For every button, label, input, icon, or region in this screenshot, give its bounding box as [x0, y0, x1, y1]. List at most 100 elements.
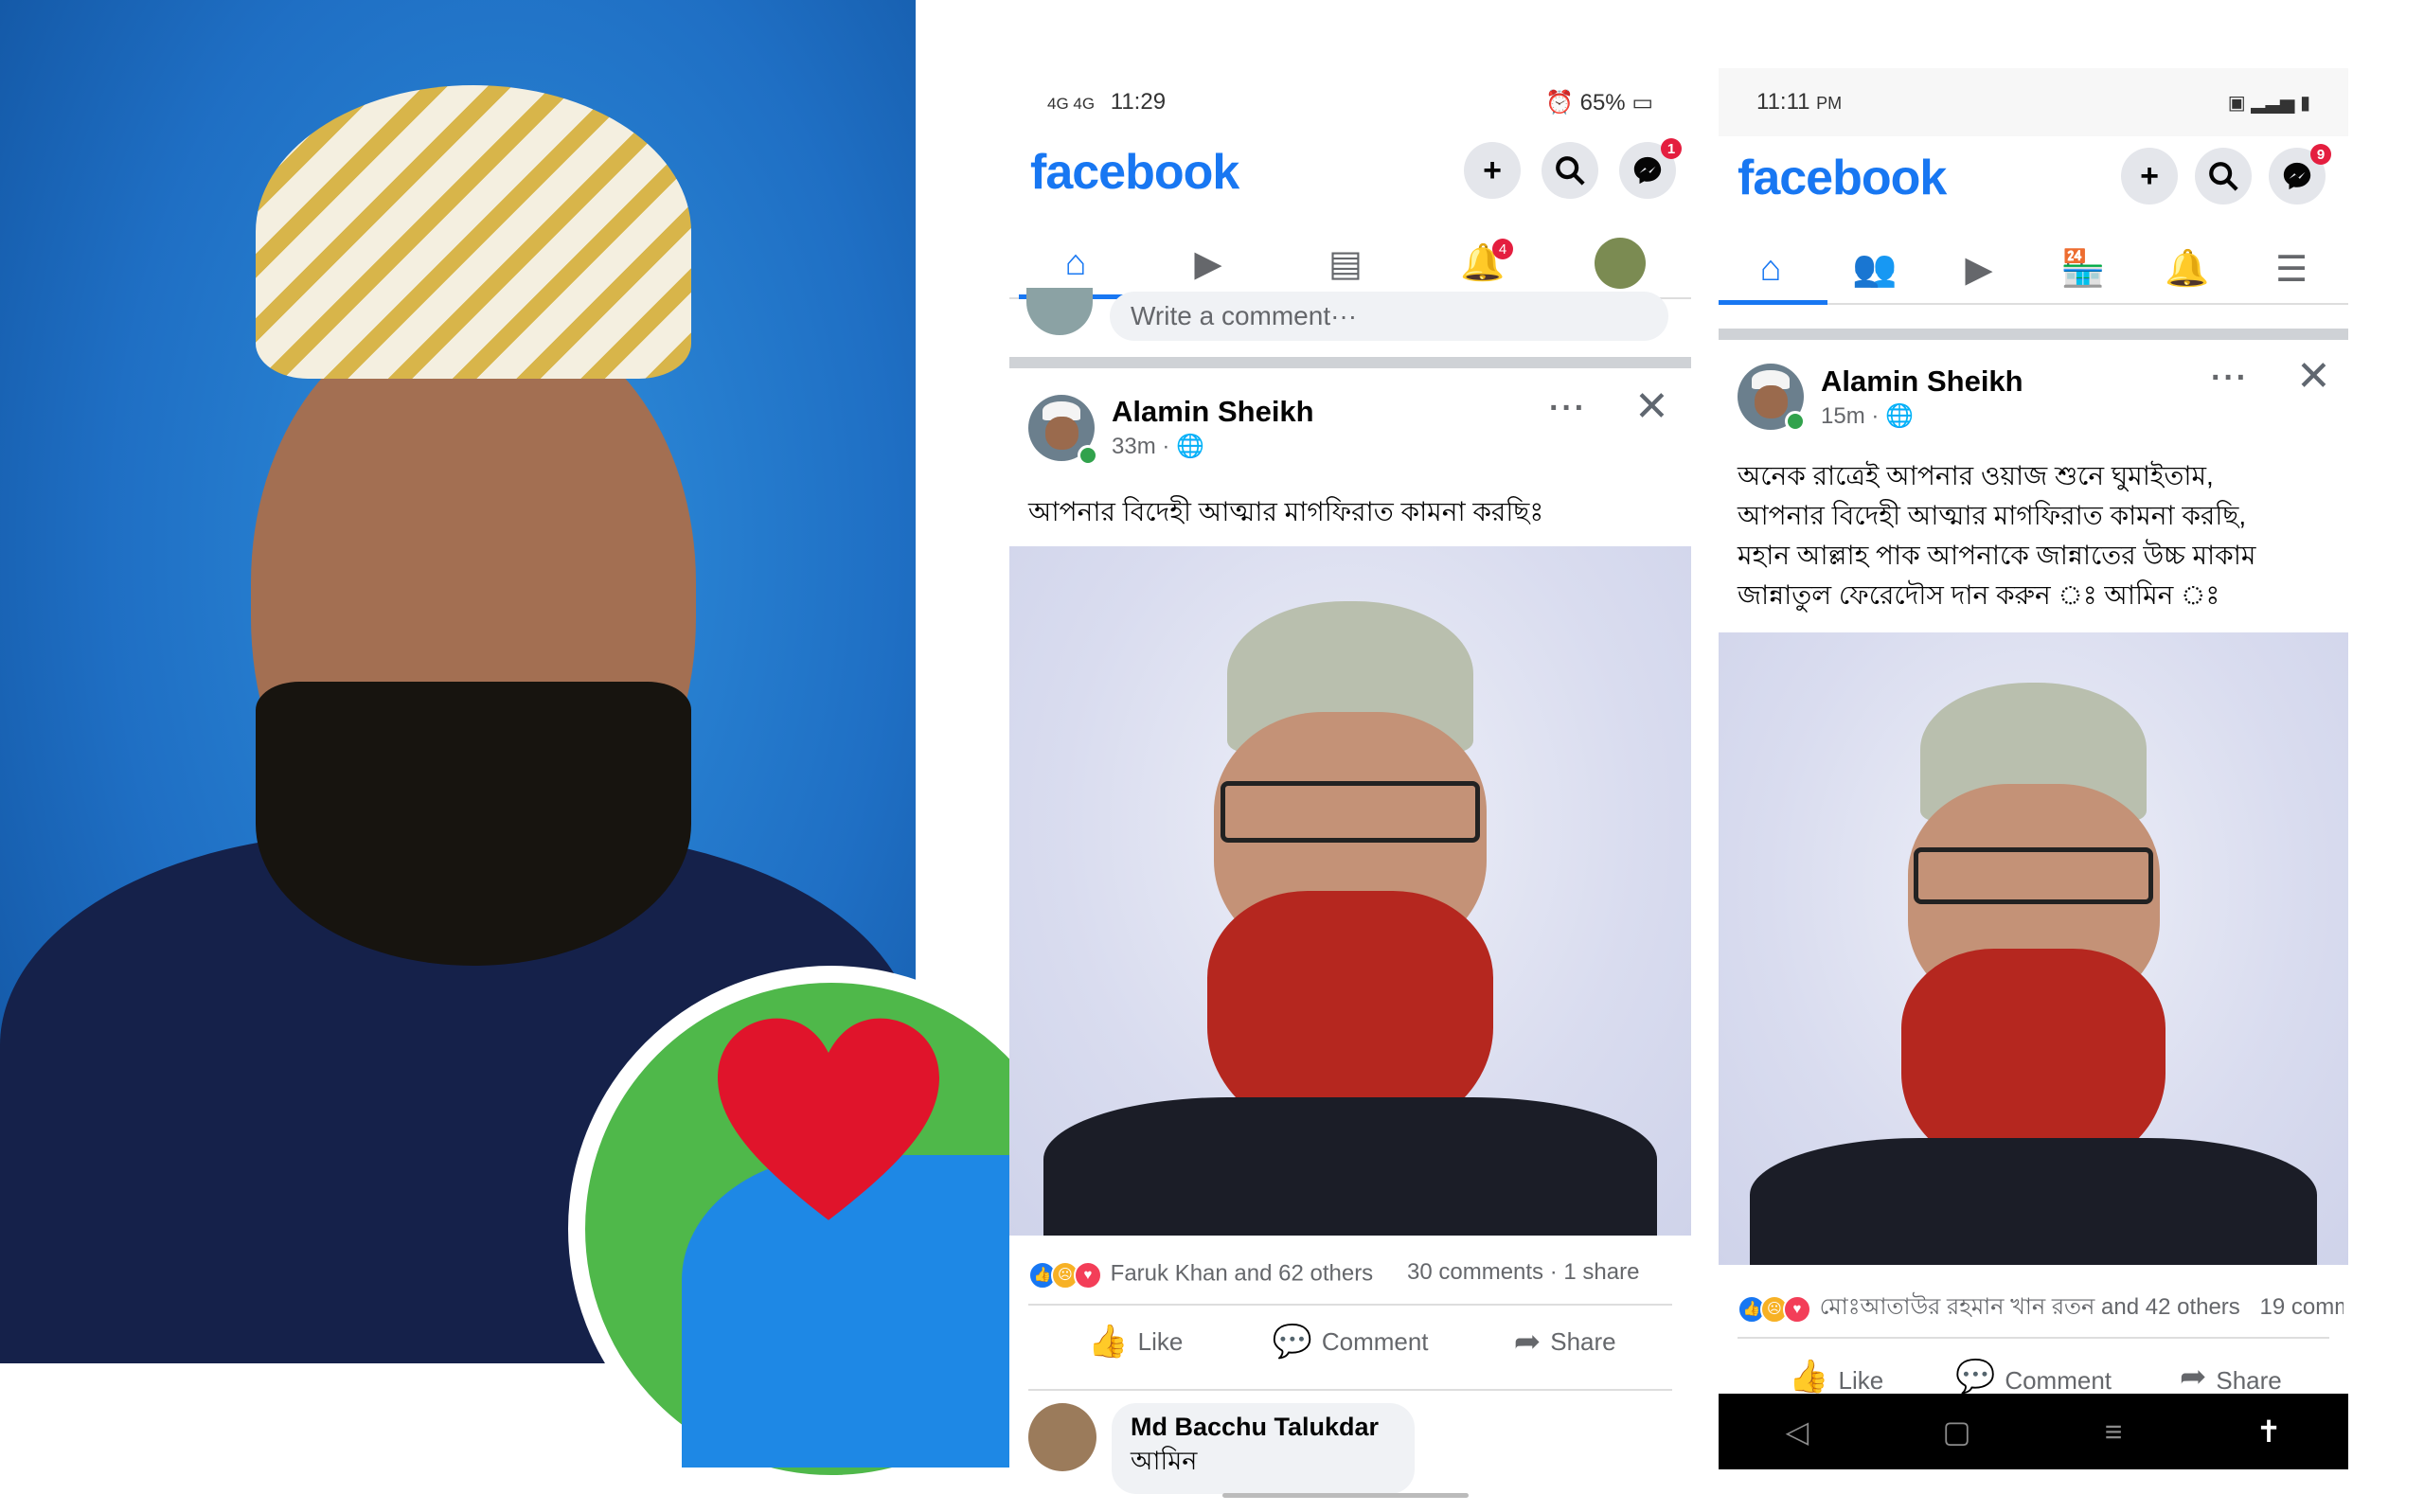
post-text: অনেক রাত্রেই আপনার ওয়াজ শুনে ঘুমাইতাম, …: [1738, 456, 2334, 615]
globe-icon: 🌐: [1885, 403, 1914, 429]
post-text-line: জান্নাতুল ফেরেদৌস দান করুন ঃ আমিন ঃ: [1738, 580, 2220, 610]
comment-count[interactable]: 30 comments: [1407, 1259, 1543, 1285]
tab-profile-menu[interactable]: [1573, 229, 1667, 297]
share-count[interactable]: 1 share: [1563, 1259, 1639, 1285]
post-time[interactable]: 33m: [1112, 434, 1156, 459]
messenger-badge: 9: [2310, 144, 2331, 165]
like-icon: 👍: [1789, 1359, 1829, 1395]
share-label: Share: [2216, 1366, 2282, 1395]
comment-bubble: Md Bacchu Talukdar আমিন: [1112, 1403, 1415, 1494]
post-image[interactable]: [1719, 632, 2348, 1265]
home-indicator: [1222, 1493, 1469, 1498]
share-button[interactable]: ➦ Share: [1457, 1306, 1672, 1378]
tab-friends[interactable]: 👥: [1827, 235, 1922, 303]
like-label: Like: [1838, 1366, 1884, 1395]
comment-author[interactable]: Md Bacchu Talukdar: [1131, 1413, 1396, 1442]
meta-separator: ·: [1871, 403, 1886, 429]
post-meta: 33m · 🌐: [1112, 433, 1204, 460]
bell-icon: 🔔: [2165, 249, 2210, 289]
comment-icon: 💬: [1272, 1324, 1312, 1360]
tab-bar: ⌂ ▶ ▤ 🔔 4: [1009, 229, 1691, 299]
post-text-line: মহান আল্লাহ পাক আপনাকে জান্নাতের উচ্চ মা…: [1738, 541, 2256, 570]
store-icon: 🏪: [2060, 249, 2106, 289]
reactions-text: Faruk Khan and 62 others: [1110, 1260, 1374, 1287]
back-icon[interactable]: ◁: [1786, 1414, 1809, 1450]
post-meta: 15m · 🌐: [1821, 402, 1914, 430]
network-indicator: 4G 4G: [1047, 95, 1096, 113]
post-more-button[interactable]: ···: [2211, 360, 2249, 397]
home-icon: ⌂: [1759, 248, 1782, 289]
post-author-name[interactable]: Alamin Sheikh: [1821, 365, 2023, 399]
facebook-logo[interactable]: facebook: [1738, 150, 1947, 206]
hamburger-icon: ☰: [2274, 249, 2308, 290]
post-close-button[interactable]: ✕: [2296, 352, 2331, 400]
comment-icon: 💬: [1954, 1359, 1996, 1395]
create-button[interactable]: +: [1464, 142, 1521, 199]
accessibility-icon[interactable]: ✝: [2256, 1414, 2282, 1450]
profile-photo: [0, 0, 1095, 1492]
recents-icon[interactable]: ≡: [2105, 1414, 2123, 1450]
reactions-summary[interactable]: 👍 ☹ ♥ Faruk Khan and 62 others: [1028, 1259, 1373, 1290]
search-button[interactable]: [2195, 148, 2252, 205]
comment-button[interactable]: 💬 Comment: [1934, 1339, 2131, 1396]
facebook-logo[interactable]: facebook: [1030, 144, 1239, 201]
online-indicator: [1078, 445, 1098, 466]
comment-label: Comment: [1321, 1326, 1429, 1356]
video-icon: ▶: [1965, 249, 1993, 290]
friends-icon: 👥: [1852, 249, 1898, 289]
tab-marketplace[interactable]: 🏪: [2036, 235, 2130, 303]
post-image[interactable]: [1009, 546, 1691, 1236]
search-icon: [2209, 162, 2238, 191]
comment-author-avatar[interactable]: [1028, 1403, 1096, 1471]
post-text-line: অনেক রাত্রেই আপনার ওয়াজ শুনে ঘুমাইতাম,: [1738, 461, 2214, 490]
tab-memories[interactable]: ▤: [1298, 229, 1393, 297]
comment-label: Comment: [2005, 1366, 2112, 1395]
post-more-button[interactable]: ···: [1549, 390, 1587, 427]
plus-icon: +: [1483, 151, 1502, 188]
comment-count[interactable]: 19 comm: [2259, 1294, 2344, 1320]
tab-notifications[interactable]: 🔔 4: [1435, 229, 1530, 297]
reaction-icons: 👍 ☹ ♥: [1738, 1293, 1811, 1324]
menu-avatar: [1595, 238, 1646, 289]
write-comment-input[interactable]: Write a comment···: [1110, 292, 1668, 341]
video-icon: ▶: [1194, 243, 1222, 284]
reaction-icons: 👍 ☹ ♥: [1028, 1259, 1102, 1290]
post-text: আপনার বিদেহী আত্মার মাগফিরাত কামনা করছিঃ: [1028, 497, 1544, 526]
home-nav-icon[interactable]: ▢: [1942, 1414, 1970, 1450]
portrait-beard: [256, 682, 691, 966]
tab-home[interactable]: ⌂: [1719, 235, 1827, 305]
portrait-cap: [256, 85, 691, 379]
post-author-name[interactable]: Alamin Sheikh: [1112, 395, 1314, 429]
comment-text: আমিন: [1131, 1447, 1198, 1475]
share-button[interactable]: ➦ Share: [2132, 1339, 2329, 1396]
like-button[interactable]: 👍 Like: [1028, 1306, 1243, 1378]
like-button[interactable]: 👍 Like: [1738, 1339, 1934, 1396]
phone-screenshot-1: 4G 4G 11:29 ⏰ 65% ▭ facebook + 1 ⌂ ▶ ▤ 🔔…: [1009, 68, 1691, 1512]
android-navigation-bar: ◁ ▢ ≡ ✝: [1719, 1394, 2348, 1469]
battery-percent: 65%: [1579, 89, 1626, 116]
search-icon: [1556, 156, 1585, 186]
home-icon: ⌂: [1064, 242, 1087, 283]
search-button[interactable]: [1542, 142, 1598, 199]
post-time[interactable]: 15m: [1821, 403, 1865, 429]
tab-menu[interactable]: ☰: [2244, 235, 2339, 303]
memories-icon: ▤: [1328, 243, 1363, 284]
status-time: 11:29: [1110, 89, 1167, 115]
comment-button[interactable]: 💬 Comment: [1243, 1306, 1458, 1378]
post-text-line: আপনার বিদেহী আত্মার মাগফিরাত কামনা করছি,: [1738, 501, 2247, 530]
messenger-button[interactable]: 1: [1619, 138, 1682, 199]
messenger-button[interactable]: 9: [2269, 144, 2331, 205]
post-close-button[interactable]: ✕: [1634, 382, 1669, 431]
actions-divider: [1028, 1389, 1672, 1391]
reactions-summary[interactable]: 👍 ☹ ♥ মোঃআতাউর রহমান খান রতন and 42 others…: [1738, 1290, 2344, 1327]
tab-watch[interactable]: ▶: [1932, 235, 2026, 303]
tab-watch[interactable]: ▶: [1161, 229, 1256, 297]
tab-bar: ⌂ 👥 ▶ 🏪 🔔 ☰: [1719, 235, 2348, 305]
heart-icon: [705, 1004, 952, 1250]
commenter-avatar: [1026, 288, 1093, 335]
vibrate-icon: ▣: [2227, 92, 2246, 114]
tab-notifications[interactable]: 🔔: [2140, 235, 2235, 303]
create-button[interactable]: +: [2121, 148, 2178, 205]
share-icon: ➦: [2179, 1359, 2207, 1395]
battery-icon: ▮: [2299, 92, 2310, 114]
